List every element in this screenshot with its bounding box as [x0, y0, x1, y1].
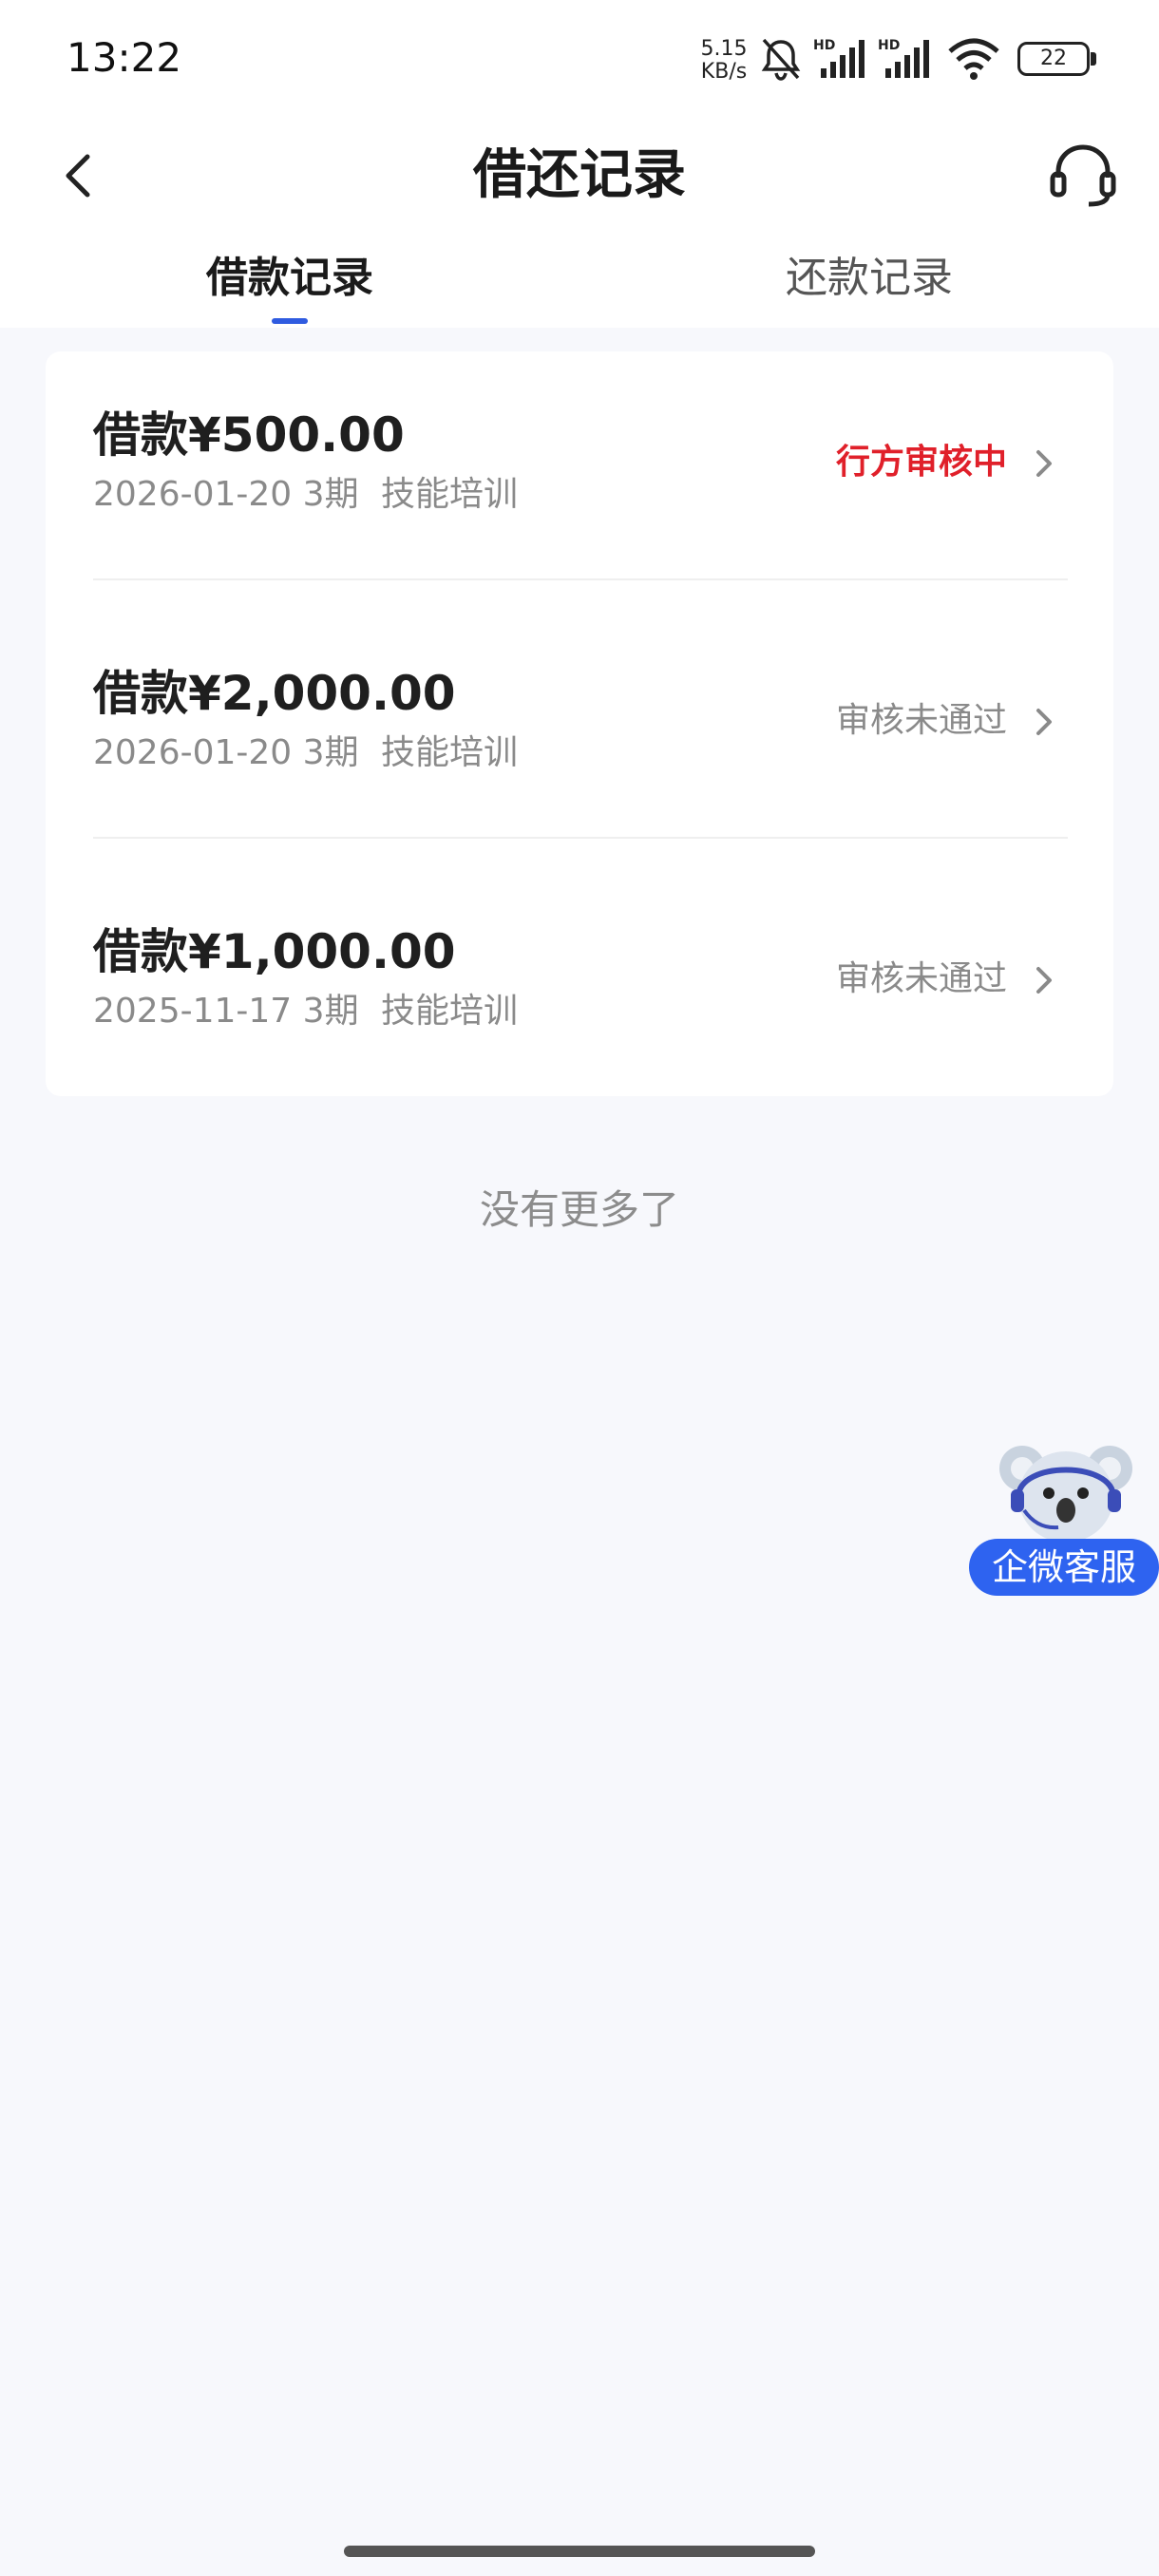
tab-repay-records[interactable]: 还款记录 [679, 240, 1059, 316]
active-tab-indicator [272, 318, 308, 324]
headset-icon[interactable] [1045, 136, 1121, 212]
row-divider [93, 837, 1068, 839]
loan-amount: 借款¥1,000.00 [93, 924, 456, 979]
clock: 13:22 [66, 34, 182, 81]
row-divider [93, 578, 1068, 580]
chevron-right-icon [1036, 450, 1052, 477]
network-speed-value: 5.15 [700, 37, 748, 61]
end-of-list-text: 没有更多了 [479, 1186, 679, 1233]
loan-purpose: 技能培训 [381, 733, 519, 772]
loan-record-row[interactable]: 借款¥2,000.00 2026-01-20 3期 技能培训 审核未通过 [46, 610, 1113, 868]
signal-hd-2-icon: HD [878, 38, 929, 78]
status-bar: 13:22 5.15 KB/s HD HD 22 [0, 0, 1159, 119]
chevron-right-icon [1036, 709, 1052, 735]
network-speed: 5.15 KB/s [697, 38, 750, 84]
tab-borrow-records[interactable]: 借款记录 [100, 240, 480, 316]
tab-bar: 借款记录 还款记录 [0, 233, 1159, 328]
loan-purpose: 技能培训 [381, 475, 519, 514]
loan-status: 审核未通过 [835, 701, 1007, 740]
svg-text:HD: HD [878, 38, 900, 53]
loan-records-card: 借款¥500.00 2026-01-20 3期 技能培训 行方审核中 借款¥2,… [46, 351, 1113, 1096]
mute-bell-icon [761, 38, 801, 81]
battery-tip [1091, 52, 1096, 66]
loan-term: 3期 [302, 992, 359, 1031]
nav-bar: 借还记录 [0, 119, 1159, 233]
loan-date: 2025-11-17 [93, 992, 293, 1031]
loan-meta: 2026-01-20 3期 技能培训 [93, 729, 518, 777]
battery-icon: 22 [1017, 42, 1090, 76]
home-indicator[interactable] [344, 2546, 815, 2557]
loan-status: 行方审核中 [835, 443, 1007, 482]
loan-meta: 2025-11-17 3期 技能培训 [93, 988, 518, 1035]
wecom-service-label: 企微客服 [969, 1539, 1159, 1596]
loan-status: 审核未通过 [835, 959, 1007, 998]
svg-text:HD: HD [813, 38, 835, 53]
koala-mascot-icon [999, 1446, 1132, 1543]
loan-record-row[interactable]: 借款¥500.00 2026-01-20 3期 技能培训 行方审核中 [46, 351, 1113, 610]
wifi-icon [948, 38, 999, 80]
wecom-service-button[interactable]: 企微客服 [969, 1434, 1159, 1605]
loan-record-row[interactable]: 借款¥1,000.00 2025-11-17 3期 技能培训 审核未通过 [46, 868, 1113, 1127]
loan-date: 2026-01-20 [93, 475, 293, 514]
loan-amount: 借款¥500.00 [93, 407, 405, 463]
chevron-right-icon [1036, 967, 1052, 994]
loan-term: 3期 [302, 733, 359, 772]
signal-hd-1-icon: HD [813, 38, 864, 78]
loan-amount: 借款¥2,000.00 [93, 666, 456, 721]
loan-term: 3期 [302, 475, 359, 514]
network-speed-unit: KB/s [700, 60, 748, 84]
battery-level: 22 [1040, 47, 1067, 70]
loan-meta: 2026-01-20 3期 技能培训 [93, 471, 518, 519]
page-title: 借还记录 [473, 144, 686, 206]
loan-date: 2026-01-20 [93, 733, 293, 772]
loan-purpose: 技能培训 [381, 992, 519, 1031]
